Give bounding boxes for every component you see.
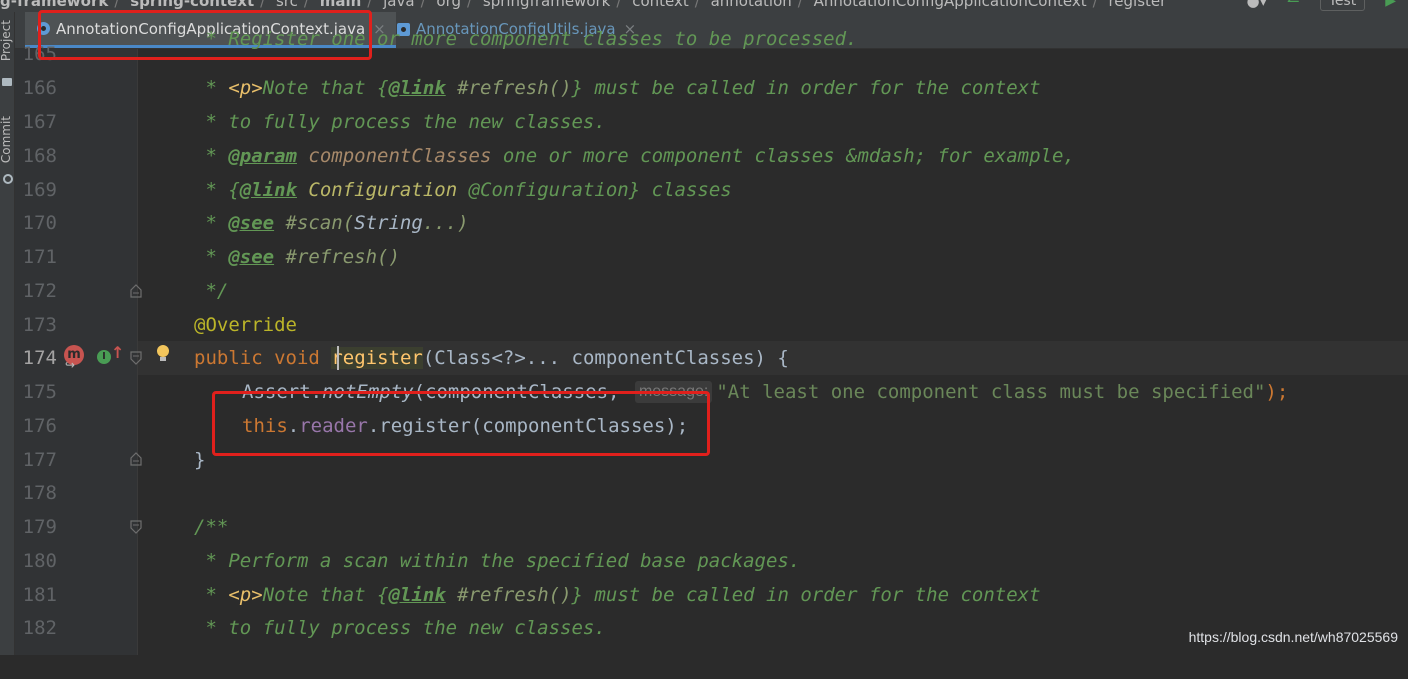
breadcrumb-item[interactable]: annotation (711, 0, 792, 10)
code-line[interactable]: /** (0, 510, 1408, 544)
breadcrumb-item[interactable]: AnnotationConfigApplicationContext (814, 0, 1087, 10)
code-line[interactable]: * Perform a scan within the specified ba… (0, 544, 1408, 578)
code-line-current[interactable]: public void register(Class<?>... compone… (0, 341, 1408, 375)
breadcrumb-item[interactable]: main (320, 0, 362, 10)
highlight-box-code (212, 391, 710, 456)
code-line[interactable]: * @see #refresh() (0, 240, 1408, 274)
code-line[interactable]: * {@link Configuration @Configuration} c… (0, 173, 1408, 207)
breadcrumb-item[interactable]: java (383, 0, 414, 10)
text-caret (337, 346, 339, 370)
code-line[interactable]: * @see #scan(String...) (0, 206, 1408, 240)
watermark: https://blog.csdn.net/wh87025569 (1188, 629, 1398, 645)
run-config-select[interactable]: Test (1319, 0, 1366, 11)
toolbar-right: ●▾ ↼ Test ▶ (1246, 0, 1408, 12)
breadcrumb-item[interactable]: context (632, 0, 689, 10)
breadcrumb-item[interactable]: org (436, 0, 461, 10)
code-line[interactable]: * @param componentClasses one or more co… (0, 139, 1408, 173)
run-icon[interactable]: ▶ (1385, 0, 1396, 12)
code-line[interactable]: */ (0, 274, 1408, 308)
breadcrumb-item[interactable]: spring-context (130, 0, 254, 10)
code-line[interactable] (0, 476, 1408, 510)
user-icon[interactable]: ●▾ (1246, 0, 1267, 12)
breadcrumb-item[interactable]: register (1108, 0, 1166, 10)
code-line[interactable]: * to fully process the new classes. (0, 105, 1408, 139)
breadcrumb-item[interactable]: springframework (483, 0, 610, 10)
code-line[interactable]: @Override (0, 308, 1408, 342)
back-arrow-icon[interactable]: ↼ (1287, 0, 1300, 12)
code-line[interactable]: * <p>Note that {@link #refresh()} must b… (0, 578, 1408, 612)
highlight-box-tab (38, 10, 372, 60)
code-line[interactable]: * <p>Note that {@link #refresh()} must b… (0, 71, 1408, 105)
breadcrumb-item[interactable]: g-framework (0, 0, 108, 10)
breadcrumb-item[interactable]: src (276, 0, 298, 10)
